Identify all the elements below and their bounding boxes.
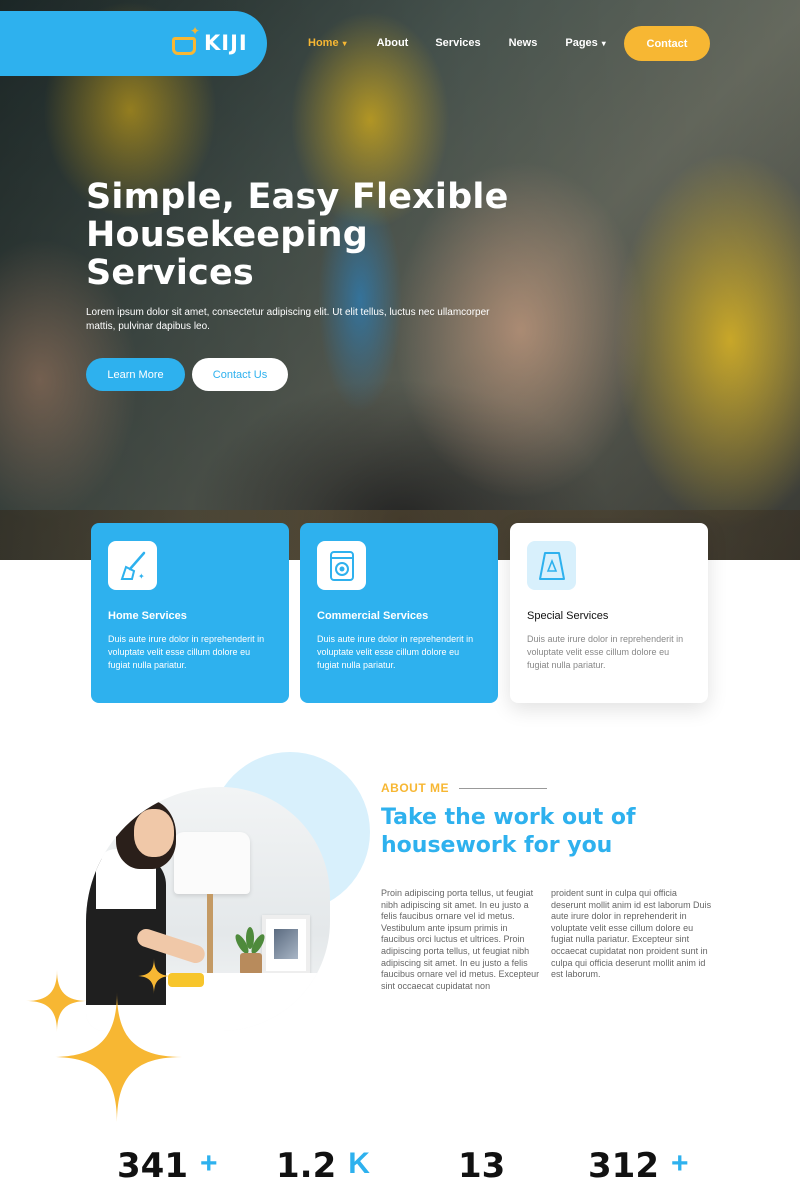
hero-title: Simple, Easy Flexible Housekeeping Servi…	[86, 178, 516, 292]
stat-value: 312	[588, 1146, 659, 1186]
stat-suffix: K	[348, 1147, 370, 1180]
about-text-column-2: proident sunt in culpa qui officia deser…	[551, 888, 712, 980]
hero-buttons: Learn More Contact Us	[86, 358, 516, 391]
contact-us-button[interactable]: Contact Us	[192, 358, 288, 391]
stat-counter: 13	[458, 1146, 517, 1186]
chevron-down-icon: ▾	[342, 38, 347, 48]
svg-text:✦: ✦	[138, 572, 145, 581]
hero-description: Lorem ipsum dolor sit amet, consectetur …	[86, 307, 490, 332]
service-description: Duis aute irure dolor in reprehenderit i…	[108, 634, 265, 670]
nav-item-news[interactable]: News	[509, 26, 538, 60]
site-logo[interactable]: ✦ KIJI	[172, 24, 248, 62]
hero-title-line: Services	[86, 253, 254, 293]
stat-suffix: +	[199, 1147, 218, 1180]
nav-item-label: News	[508, 37, 538, 49]
nav-item-label: About	[376, 37, 409, 49]
service-card-home[interactable]: ✦ Home Services Duis aute irure dolor in…	[91, 523, 289, 703]
divider-line	[459, 787, 547, 789]
stat-counter: 312 +	[588, 1146, 689, 1186]
hero-content: Simple, Easy Flexible Housekeeping Servi…	[86, 178, 516, 391]
main-nav: Home ▾ About Services News Pages ▾	[308, 26, 606, 60]
contact-button[interactable]: Contact	[624, 26, 710, 61]
chevron-down-icon: ▾	[601, 38, 606, 48]
sparkle-tiny-icon	[136, 958, 172, 994]
service-card-commercial[interactable]: Commercial Services Duis aute irure dolo…	[300, 523, 498, 703]
about-heading: Take the work out of housework for you	[381, 805, 636, 858]
stat-counter: 1.2 K	[276, 1146, 370, 1186]
bucket-logo-icon: ✦	[172, 25, 202, 59]
stat-value: 1.2	[276, 1146, 337, 1186]
hero-title-line: Simple, Easy Flexible	[86, 177, 509, 217]
stat-suffix: +	[670, 1147, 689, 1180]
nav-item-label: Home	[308, 37, 339, 49]
service-description: Duis aute irure dolor in reprehenderit i…	[317, 634, 474, 670]
about-text-column-1: Proin adipiscing porta tellus, ut feugia…	[381, 888, 540, 991]
nav-item-label: Services	[435, 37, 481, 49]
nav-item-label: Pages	[565, 37, 598, 49]
nav-item-about[interactable]: About	[377, 26, 409, 60]
service-card-special[interactable]: Special Services Duis aute irure dolor i…	[510, 523, 708, 703]
sparkle-large-icon	[52, 992, 182, 1122]
stat-counter: 341 +	[117, 1146, 218, 1186]
nav-item-pages[interactable]: Pages ▾	[565, 26, 605, 60]
brand-name: KIJI	[204, 31, 248, 55]
nav-item-services[interactable]: Services	[435, 26, 480, 60]
washing-machine-icon	[317, 541, 366, 590]
service-description: Duis aute irure dolor in reprehenderit i…	[527, 634, 684, 670]
stat-value: 13	[458, 1146, 506, 1186]
hero-title-line: Housekeeping	[86, 215, 369, 255]
about-label: ABOUT ME	[381, 781, 547, 795]
service-title: Special Services	[527, 610, 609, 622]
service-title: Home Services	[108, 610, 187, 622]
learn-more-button[interactable]: Learn More	[86, 358, 185, 391]
nav-item-home[interactable]: Home ▾	[308, 26, 347, 60]
mop-icon: ✦	[108, 541, 157, 590]
service-title: Commercial Services	[317, 610, 429, 622]
about-label-text: ABOUT ME	[381, 781, 449, 795]
stat-value: 341	[117, 1146, 188, 1186]
wet-floor-sign-icon	[527, 541, 576, 590]
